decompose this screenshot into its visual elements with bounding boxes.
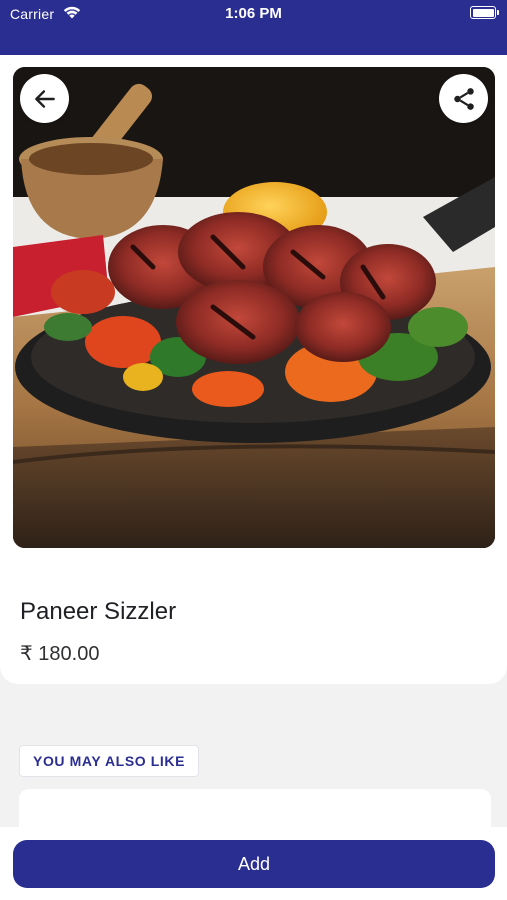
back-button[interactable] bbox=[20, 74, 69, 123]
product-detail-screen: Carrier 1:06 PM Paneer Sizzler ₹ 180.00 … bbox=[0, 0, 507, 900]
status-time: 1:06 PM bbox=[225, 5, 282, 22]
add-button[interactable]: Add bbox=[13, 840, 495, 888]
share-button[interactable] bbox=[439, 74, 488, 123]
product-price: ₹ 180.00 bbox=[20, 643, 100, 665]
you-may-also-like-heading: YOU MAY ALSO LIKE bbox=[19, 745, 200, 777]
share-icon bbox=[453, 87, 474, 110]
product-name: Paneer Sizzler bbox=[20, 598, 177, 625]
food-photo bbox=[13, 67, 495, 548]
arrow-left-icon bbox=[34, 89, 55, 108]
product-card: Paneer Sizzler ₹ 180.00 bbox=[0, 55, 507, 684]
battery-icon bbox=[470, 6, 499, 19]
status-bar: Carrier 1:06 PM bbox=[0, 0, 507, 55]
bottom-action-bar: Add bbox=[0, 827, 507, 900]
